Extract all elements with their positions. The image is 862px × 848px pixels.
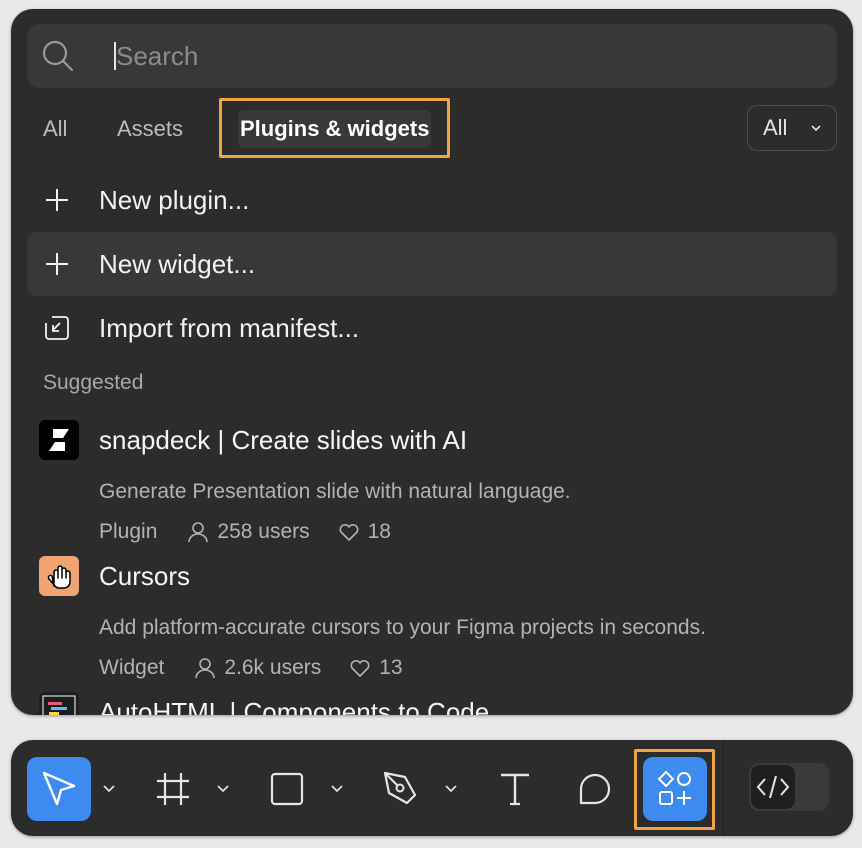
chevron-down-icon xyxy=(811,125,821,132)
user-count: 2.6k users xyxy=(224,656,322,679)
import-manifest-label: Import from manifest... xyxy=(99,313,360,343)
cursor-arrow-icon xyxy=(42,771,76,806)
code-brackets-icon xyxy=(756,775,790,799)
suggestion-users: 258 users xyxy=(187,512,310,552)
suggestion-users: 2.6k users xyxy=(194,648,321,688)
plus-icon xyxy=(46,189,68,211)
suggestion-title: Cursors xyxy=(99,561,191,591)
suggestion-item[interactable]: AutoHTML | Components to Code xyxy=(11,692,853,715)
move-tool-button[interactable] xyxy=(27,757,91,821)
suggestion-title: snapdeck | Create slides with AI xyxy=(99,425,468,455)
resources-panel: Search All Assets Plugins & widgets All … xyxy=(11,9,853,715)
import-icon xyxy=(45,316,69,340)
text-tool-button[interactable] xyxy=(483,757,547,821)
suggestion-description: Add platform-accurate cursors to your Fi… xyxy=(99,616,706,639)
suggestion-meta: Widget 2.6k users 13 xyxy=(99,648,403,688)
frame-tool-button[interactable] xyxy=(141,757,205,821)
tab-all[interactable]: All xyxy=(43,97,67,161)
heart-icon xyxy=(350,659,370,677)
chevron-down-icon[interactable] xyxy=(213,778,233,798)
cursors-hand-logo-icon xyxy=(39,556,79,596)
filter-label: All xyxy=(763,115,788,140)
frame-hash-icon xyxy=(157,773,189,805)
like-count: 18 xyxy=(367,520,391,543)
resources-tool-button[interactable] xyxy=(643,757,707,821)
search-input[interactable]: Search xyxy=(116,24,198,88)
pen-nib-icon xyxy=(383,771,417,805)
suggestion-item[interactable]: snapdeck | Create slides with AI Generat… xyxy=(11,420,853,556)
chevron-down-icon[interactable] xyxy=(441,778,461,798)
search-box[interactable]: Search xyxy=(27,24,837,88)
user-icon xyxy=(195,658,216,679)
bottom-toolbar xyxy=(11,740,853,836)
tab-plugins-widgets-label: Plugins & widgets xyxy=(238,110,432,148)
chevron-down-icon[interactable] xyxy=(99,778,119,798)
suggestion-kind: Widget xyxy=(99,656,165,679)
tab-plugins-widgets[interactable]: Plugins & widgets xyxy=(219,98,451,158)
snapdeck-logo-icon xyxy=(39,420,79,460)
suggestion-likes: 13 xyxy=(349,648,403,688)
suggestion-kind: Plugin xyxy=(99,520,158,543)
new-widget-action[interactable]: New widget... xyxy=(27,232,837,296)
dev-mode-knob xyxy=(751,765,795,809)
new-widget-label: New widget... xyxy=(99,249,256,279)
suggestion-item[interactable]: Cursors Add platform-accurate cursors to… xyxy=(11,556,853,692)
suggestion-meta: Plugin 258 users 18 xyxy=(99,512,391,552)
user-icon xyxy=(188,522,209,543)
dev-mode-toggle[interactable] xyxy=(749,763,829,811)
tab-assets[interactable]: Assets xyxy=(117,97,183,161)
suggestion-likes: 18 xyxy=(338,512,391,552)
resources-shapes-icon xyxy=(657,770,691,805)
pen-tool-button[interactable] xyxy=(369,757,433,821)
autohtml-logo-icon xyxy=(39,692,79,715)
filter-dropdown[interactable]: All xyxy=(747,105,837,151)
plus-icon xyxy=(46,253,68,275)
like-count: 13 xyxy=(379,656,403,679)
search-icon xyxy=(42,40,74,72)
section-suggested: Suggested xyxy=(43,371,144,394)
suggestion-title: AutoHTML | Components to Code xyxy=(99,697,490,715)
new-plugin-action[interactable]: New plugin... xyxy=(27,168,837,232)
comment-tool-button[interactable] xyxy=(563,757,627,821)
shape-tool-button[interactable] xyxy=(255,757,319,821)
import-manifest-action[interactable]: Import from manifest... xyxy=(27,296,837,360)
user-count: 258 users xyxy=(217,520,310,543)
heart-icon xyxy=(339,523,359,541)
chevron-down-icon[interactable] xyxy=(327,778,347,798)
toolbar-divider xyxy=(723,740,724,836)
new-plugin-label: New plugin... xyxy=(99,185,250,215)
tab-bar: All Assets Plugins & widgets All xyxy=(11,97,853,161)
suggestion-description: Generate Presentation slide with natural… xyxy=(99,480,571,503)
rectangle-icon xyxy=(270,772,304,806)
comment-bubble-icon xyxy=(579,773,611,805)
text-t-icon xyxy=(501,773,529,806)
